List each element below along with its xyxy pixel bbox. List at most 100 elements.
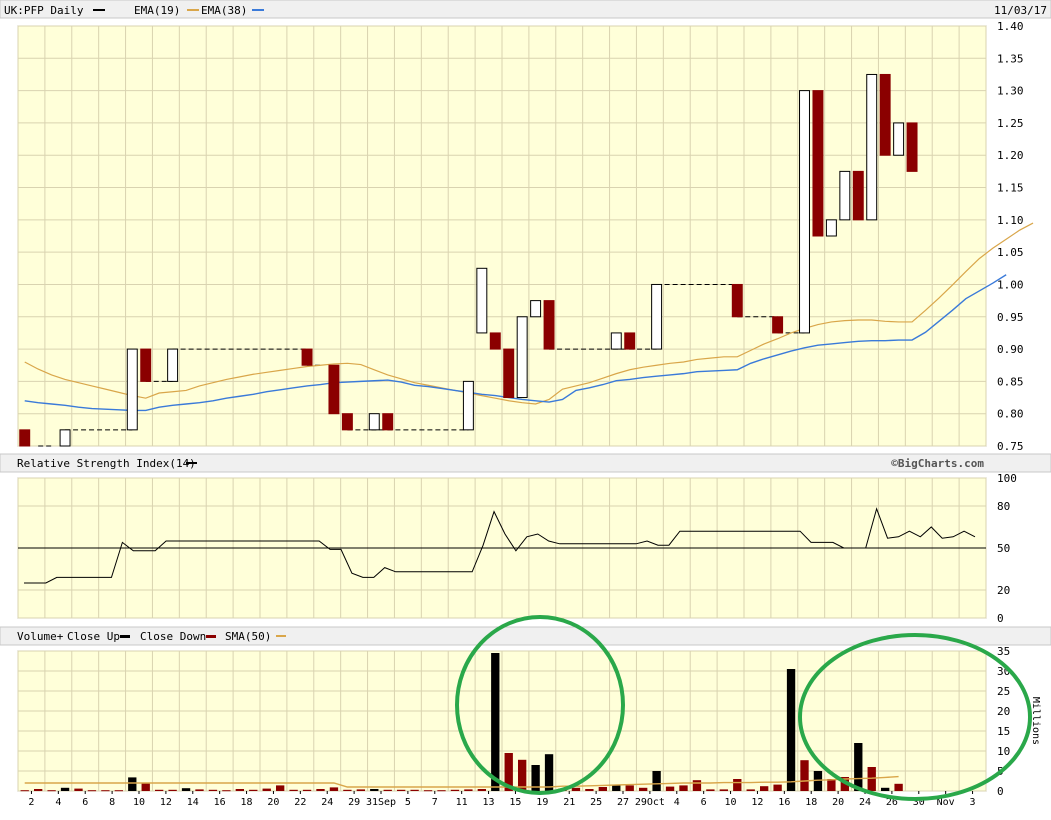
legend-close-down-swatch [206,635,216,638]
volume-bar-down [638,787,648,791]
chart-svg: UK:PFP Daily EMA(19) EMA(38) 11/03/17 0.… [0,0,1051,808]
x-tick-label: 8 [109,797,115,808]
volume-bar-down [585,789,594,791]
price-tick-label: 1.05 [997,246,1024,259]
price-tick-label: 0.75 [997,440,1024,453]
legend-ema38-swatch [252,9,264,11]
volume-tick-label: 20 [997,705,1010,718]
volume-bar-down [222,790,231,792]
volume-bar-down [249,789,258,791]
candle-down [328,364,340,415]
x-tick-label: 3 [970,797,976,808]
volume-tick-label: 15 [997,725,1010,738]
x-tick-label: 31Sep [366,797,396,808]
volume-bar-down [74,788,83,791]
rsi-tick-label: 0 [997,612,1004,625]
legend-ema19-swatch [187,9,199,11]
candle-down [140,348,152,382]
x-tick-label: 21 [563,797,575,808]
legend-close-up-swatch [120,635,130,638]
candle-down [489,332,501,350]
candle-up [368,413,380,431]
volume-bar-down [665,786,675,791]
x-tick-label: 2 [28,797,34,808]
rsi-y-ticks: 0 20 50 80 100 [997,472,1017,625]
x-tick-label: 29 [348,797,360,808]
date-label: 11/03/17 [994,4,1047,17]
legend-close-down-label: Close Down [140,630,206,643]
volume-tick-label: 25 [997,685,1010,698]
price-tick-label: 1.25 [997,117,1024,130]
rsi-title: Relative Strength Index(14) [17,457,196,470]
volume-bar-down [450,789,460,791]
x-tick-label: 15 [509,797,521,808]
x-tick-label: 10 [725,797,737,808]
x-tick-label: 14 [187,797,199,808]
volume-bar-down [20,790,29,792]
candle-down [812,90,824,237]
price-legend-swatch [93,9,105,11]
candle-up [59,429,71,447]
candle-up [610,332,622,350]
volume-bar-down [208,789,218,791]
volume-bar-down [114,790,124,792]
volume-bar-up [786,669,796,791]
candle-up [462,380,474,431]
volume-bar-down [383,789,392,791]
x-tick-label: 24 [321,797,333,808]
x-tick-label: 19 [536,797,548,808]
rsi-legend-swatch [186,462,197,464]
candle-down [503,348,515,399]
legend-sma50-label: SMA(50) [225,630,271,643]
rsi-tick-label: 80 [997,500,1010,513]
price-tick-label: 0.85 [997,375,1024,388]
volume-bar-down [692,780,702,791]
candle-down [624,332,636,350]
price-tick-label: 1.35 [997,52,1024,65]
rsi-panel: Relative Strength Index(14) ©BigCharts.c… [0,453,1051,625]
x-tick-label: 20 [832,797,844,808]
price-tick-label: 0.95 [997,311,1024,324]
candle-down [906,122,918,172]
volume-bar-down [289,789,298,791]
x-tick-label: 12 [751,797,763,808]
price-panel: UK:PFP Daily EMA(19) EMA(38) 11/03/17 0.… [0,0,1051,453]
x-tick-label: 22 [294,797,306,808]
candle-up [825,219,837,237]
x-tick-label: 5 [405,797,411,808]
volume-bar-down [343,789,352,791]
x-tick-label: 20 [267,797,279,808]
volume-bar-up [652,771,661,791]
volume-bar-down [894,783,903,791]
candle-up [893,122,905,156]
volume-bar-down [719,789,729,791]
volume-tick-label: 35 [997,645,1010,658]
price-tick-label: 1.10 [997,214,1024,227]
x-tick-label: 6 [82,797,88,808]
price-tick-label: 1.00 [997,278,1024,291]
price-tick-label: 0.80 [997,408,1024,421]
volume-bar-down [800,760,809,791]
volume-bar-down [746,789,755,791]
legend-ema19-label: EMA(19) [134,4,180,17]
volume-bar-down [423,790,433,792]
volume-bar-down [168,789,177,791]
x-tick-label: 27 [617,797,629,808]
candle-up [839,170,851,221]
candle-up [167,348,179,382]
legend-ema38-label: EMA(38) [201,4,247,17]
candle-up [476,267,488,334]
candle-down [852,170,864,221]
candle-down [543,300,555,350]
volume-bar-down [679,785,688,791]
rsi-tick-label: 20 [997,584,1010,597]
x-tick-label: 11 [456,797,468,808]
volume-bar-down [867,767,876,791]
x-tick-label: 29Oct [635,797,665,808]
volume-bar-down [625,785,634,791]
symbol-title: UK:PFP Daily [4,4,84,17]
x-tick-label: 18 [805,797,817,808]
volume-bar-down [329,787,339,791]
volume-bar-down [356,789,366,791]
volume-bar-down [464,789,473,791]
